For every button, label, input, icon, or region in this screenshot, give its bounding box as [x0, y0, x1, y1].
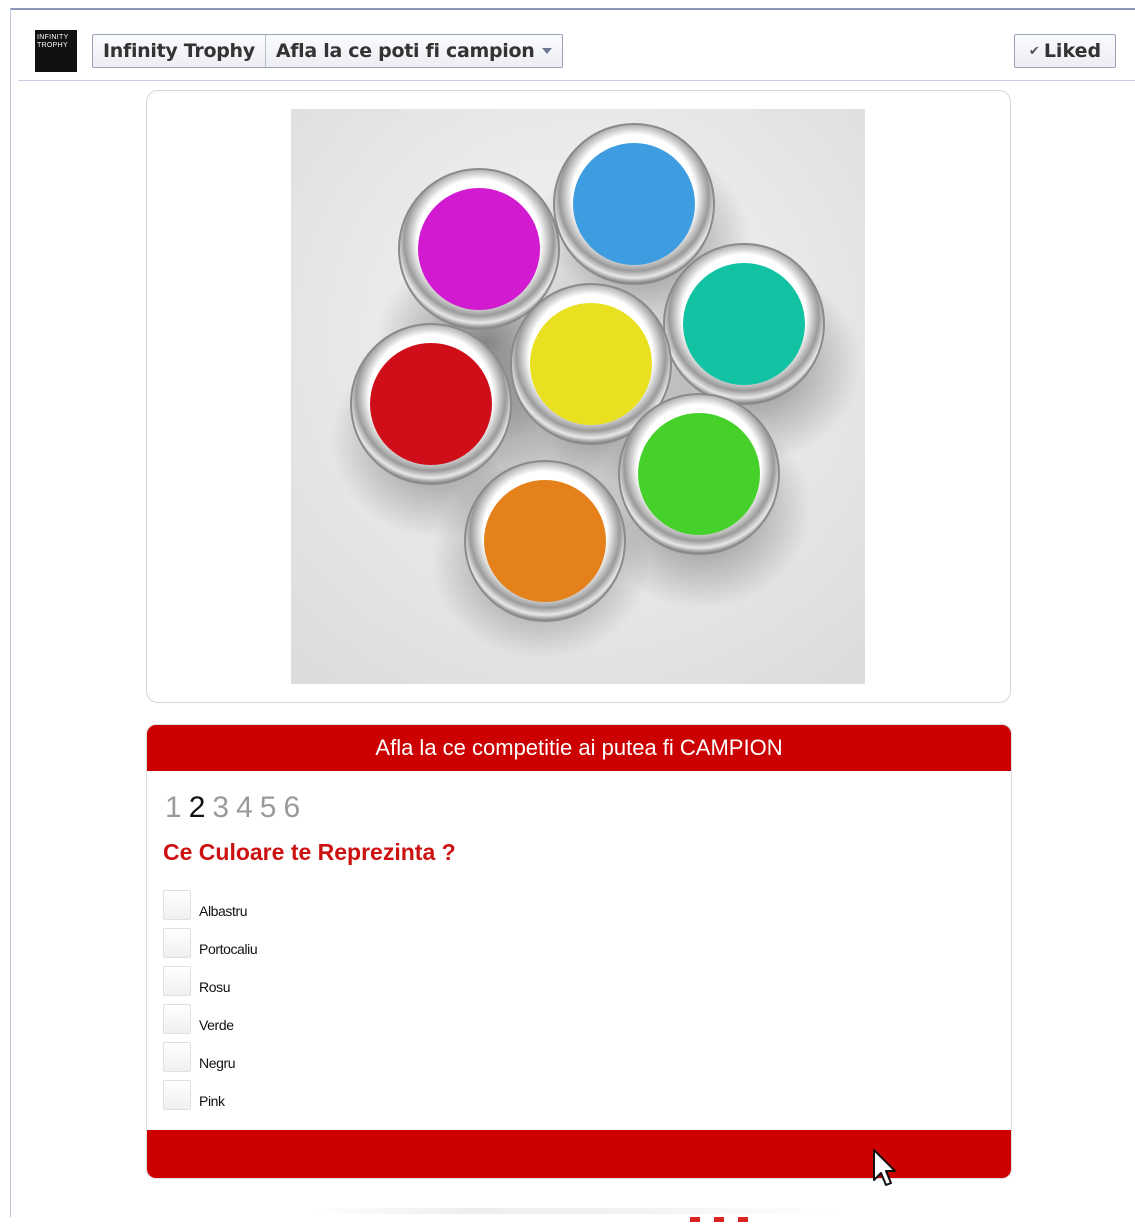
- step-number: 4: [236, 791, 253, 824]
- step-number-current: 2: [188, 791, 206, 824]
- checkmark-icon: ✔: [1028, 43, 1040, 59]
- answer-option-rosu[interactable]: Rosu: [163, 958, 257, 996]
- paint-blue: [573, 143, 695, 265]
- answer-option-negru[interactable]: Negru: [163, 1034, 257, 1072]
- answer-checkbox[interactable]: [163, 966, 191, 996]
- step-number: 3: [212, 791, 230, 824]
- frame-top-border: [10, 8, 1135, 10]
- paint-cans-photo: [291, 109, 865, 684]
- liked-label: Liked: [1043, 40, 1102, 62]
- step-indicator: 1 2 3 4 5 6: [165, 791, 300, 825]
- quiz-header: Afla la ce competitie ai putea fi CAMPIO…: [147, 725, 1011, 771]
- answer-option-albastru[interactable]: Albastru: [163, 882, 257, 920]
- answer-label: Albastru: [199, 903, 248, 919]
- answer-label: Rosu: [199, 979, 231, 995]
- answer-checkbox[interactable]: [163, 890, 191, 920]
- answer-option-portocaliu[interactable]: Portocaliu: [163, 920, 258, 958]
- cropped-red-marks: [690, 1209, 780, 1222]
- liked-button[interactable]: ✔ Liked: [1014, 34, 1116, 68]
- paint-red: [370, 343, 492, 465]
- frame-left-border: [10, 8, 11, 1217]
- paint-green: [638, 413, 760, 535]
- quiz-panel: Afla la ce competitie ai putea fi CAMPIO…: [146, 724, 1012, 1179]
- paint-orange: [484, 480, 606, 602]
- tab-name-label: Afla la ce poti fi campion: [275, 40, 535, 62]
- mouse-pointer-icon: [873, 1149, 896, 1186]
- step-number: 1: [165, 791, 182, 824]
- breadcrumb: Infinity Trophy Afla la ce poti fi campi…: [92, 34, 564, 68]
- breadcrumb-page-link[interactable]: Infinity Trophy: [93, 35, 265, 67]
- chevron-down-icon: [542, 48, 553, 54]
- answer-label: Negru: [199, 1055, 236, 1071]
- answer-options: Albastru Portocaliu Rosu Verde Negru Pin…: [163, 882, 258, 1110]
- answer-checkbox[interactable]: [163, 1042, 191, 1072]
- logo-line-2: TROPHY: [37, 42, 68, 49]
- answer-label: Pink: [199, 1093, 225, 1109]
- answer-option-verde[interactable]: Verde: [163, 996, 257, 1034]
- answer-checkbox[interactable]: [163, 1004, 191, 1034]
- step-number: 6: [283, 791, 301, 824]
- answer-label: Verde: [199, 1017, 234, 1033]
- header-divider: [18, 80, 1135, 81]
- step-number: 5: [259, 791, 277, 824]
- answer-option-pink[interactable]: Pink: [163, 1072, 257, 1110]
- logo-line-1: INFINITY: [37, 34, 69, 41]
- quiz-question: Ce Culoare te Reprezinta ?: [163, 839, 456, 865]
- answer-label: Portocaliu: [199, 941, 258, 957]
- paint-magenta: [418, 188, 540, 310]
- paint-teal: [683, 263, 805, 385]
- page-name-label: Infinity Trophy: [103, 40, 255, 62]
- answer-checkbox[interactable]: [163, 1080, 191, 1110]
- paint-yellow: [530, 303, 652, 425]
- page-logo[interactable]: INFINITY TROPHY: [35, 30, 77, 72]
- tab-selector-dropdown[interactable]: Afla la ce poti fi campion: [266, 35, 563, 67]
- answer-checkbox[interactable]: [163, 928, 191, 958]
- quiz-title: Afla la ce competitie ai putea fi CAMPIO…: [375, 735, 783, 760]
